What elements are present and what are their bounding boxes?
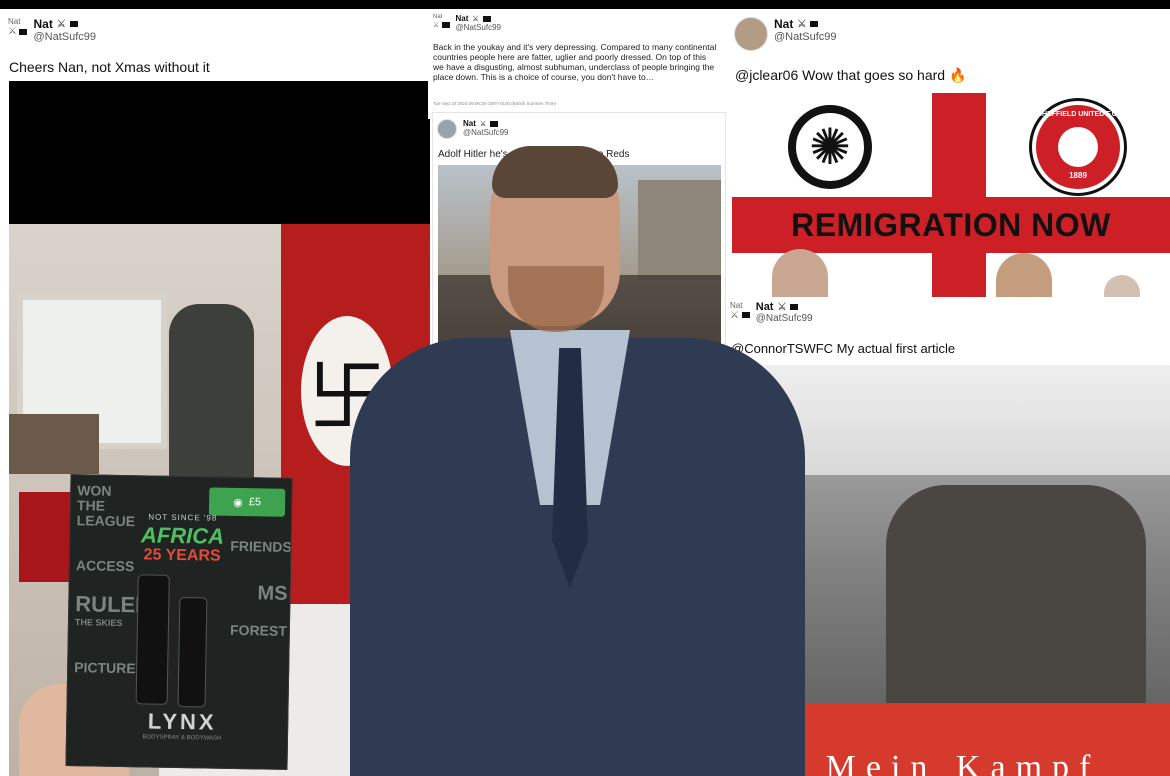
- bottle: [135, 574, 170, 705]
- book-cover[interactable]: Mein Kampf: [756, 365, 1170, 776]
- display-name[interactable]: Nat ⚔: [463, 119, 508, 128]
- flag-icon: [482, 15, 491, 22]
- display-name-text: Nat: [33, 17, 53, 31]
- avatar[interactable]: [437, 119, 457, 139]
- collage-word: RULED: [75, 591, 152, 618]
- display-name-text: Nat: [455, 14, 469, 23]
- tweet-text: Back in the youkay and it's very depress…: [433, 42, 717, 82]
- swords-icon: ⚔: [472, 15, 479, 23]
- tweet-text-row: @jclear06 Wow that goes so hard 🔥: [735, 67, 966, 84]
- cover-title: Mein Kampf: [825, 749, 1101, 776]
- top-black-bar: [0, 0, 1170, 9]
- avatar[interactable]: [734, 17, 768, 51]
- tweet-header: Nat ⚔ Nat ⚔ @NatSufc99: [433, 14, 501, 32]
- collage-word: MS: [257, 582, 288, 605]
- price-tag: ◉ £5: [208, 487, 286, 517]
- handle[interactable]: @NatSufc99: [456, 23, 501, 32]
- collage-words-left: WON THE LEAGUE ACCESS RULED THE SKIES PI…: [74, 482, 152, 677]
- person-cutout-foreground: [340, 138, 810, 776]
- display-name-text: Nat: [774, 17, 794, 31]
- bottle: [177, 597, 208, 708]
- avatar-alt: Nat: [8, 17, 21, 26]
- flag-icon: [69, 21, 78, 27]
- collage-word: PICTURE: [74, 659, 136, 677]
- cross-vertical: [932, 93, 986, 299]
- handle[interactable]: @NatSufc99: [33, 31, 96, 43]
- beard: [508, 266, 604, 332]
- collage-word: WON THE: [76, 482, 112, 514]
- badge-title: SHEFFIELD UNITED F.C.: [1037, 111, 1119, 118]
- avatar-icons: ⚔: [433, 20, 450, 29]
- tweet-header: Nat ⚔ Nat ⚔ @NatSufc99: [8, 17, 96, 43]
- swords-icon: ⚔: [479, 120, 487, 128]
- swords-icon: ⚔: [433, 22, 440, 29]
- product-headline: AFRICA: [140, 522, 225, 549]
- tweet-text: Cheers Nan, not Xmas without it: [9, 59, 210, 75]
- flag-icon: [441, 21, 450, 28]
- tweet-top-middle: Nat ⚔ Nat ⚔ @NatSufc99 Back in the youka…: [428, 9, 726, 119]
- name-block: Nat ⚔ @NatSufc99: [456, 14, 501, 32]
- sky: [756, 365, 1170, 475]
- display-name-text: Nat: [463, 119, 476, 128]
- handle[interactable]: @NatSufc99: [774, 31, 837, 43]
- name-block: Nat ⚔ @NatSufc99: [774, 17, 837, 43]
- shelf: [9, 414, 99, 474]
- collage-word: FRIENDS: [230, 537, 292, 555]
- lynx-gift-box: WON THE LEAGUE ACCESS RULED THE SKIES PI…: [65, 474, 293, 770]
- badge-center: [1058, 127, 1098, 167]
- display-name[interactable]: Nat ⚔: [456, 14, 501, 23]
- product-subheadline: 25 YEARS: [143, 546, 221, 565]
- price-text: £5: [248, 496, 262, 509]
- flag-icon: [490, 120, 499, 127]
- badge-year: 1889: [1069, 171, 1087, 180]
- avatar-icons: ⚔: [8, 26, 28, 37]
- person-cutout: [996, 253, 1052, 299]
- hair: [492, 146, 618, 198]
- name-block: Nat ⚔ @NatSufc99: [33, 17, 96, 43]
- tweet-header: Nat ⚔ @NatSufc99: [734, 17, 837, 51]
- collage-words-right: FRIENDS MS FOREST: [229, 537, 292, 640]
- flag-icon: [810, 21, 819, 27]
- handle[interactable]: @NatSufc99: [463, 128, 508, 137]
- fine-print: BODYSPRAY & BODYWASH: [142, 734, 222, 742]
- swords-icon: ⚔: [56, 18, 66, 30]
- collage-word: ACCESS: [75, 557, 135, 575]
- display-name[interactable]: Nat ⚔: [33, 17, 96, 31]
- fire-icon: 🔥: [948, 67, 967, 83]
- tweet-header: Nat ⚔ @NatSufc99: [437, 119, 508, 139]
- display-name[interactable]: Nat ⚔: [774, 17, 837, 31]
- collage-word: FOREST: [229, 621, 288, 639]
- person-cutout: [1104, 275, 1140, 299]
- collage-word: LEAGUE: [76, 512, 136, 530]
- collage-word: THE SKIES: [74, 617, 123, 629]
- tag-icon: ◉: [233, 496, 243, 509]
- uniform-mannequin: [169, 304, 254, 484]
- swords-icon: ⚔: [8, 26, 17, 37]
- tweet-text: @jclear06 Wow that goes so hard: [735, 67, 946, 83]
- timestamp: Tue Sep 10 2024 09:06:26 GMT+0100 (Briti…: [433, 101, 557, 106]
- avatar-block: Nat ⚔: [8, 17, 28, 37]
- flag-icon: [19, 28, 28, 35]
- name-block: Nat ⚔ @NatSufc99: [463, 119, 508, 137]
- since-label: NOT SINCE '98: [148, 512, 218, 523]
- swords-icon: ⚔: [797, 18, 807, 30]
- avatar-block: Nat ⚔: [433, 14, 450, 29]
- club-badge: SHEFFIELD UNITED F.C. 1889: [1032, 101, 1124, 193]
- brand-logo: LYNX: [147, 708, 217, 735]
